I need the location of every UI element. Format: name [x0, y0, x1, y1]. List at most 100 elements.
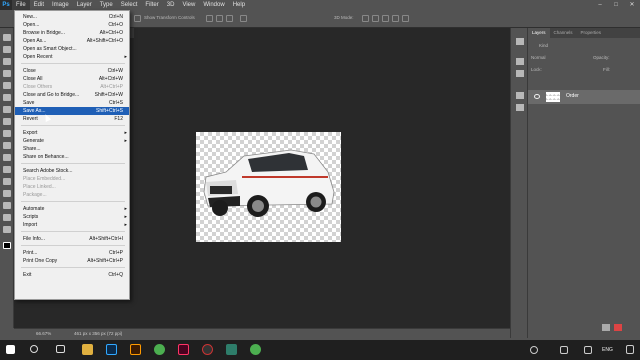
indesign-taskbar-icon[interactable] [178, 344, 189, 355]
menu-item-print[interactable]: Print... Ctrl+P [15, 249, 129, 257]
app-taskbar-icon[interactable] [226, 344, 237, 355]
blend-mode-select[interactable]: Normal [531, 55, 546, 60]
menu-item-save[interactable]: Save Ctrl+S [15, 99, 129, 107]
capture-taskbar-icon[interactable] [202, 344, 213, 355]
new-layer-icon[interactable] [602, 324, 610, 331]
tab-properties[interactable]: Properties [577, 28, 606, 38]
align-center-icon[interactable] [216, 15, 223, 22]
type-tool-icon[interactable] [3, 178, 11, 185]
layer-name[interactable]: Order [566, 93, 579, 99]
3d-rotate-icon[interactable] [362, 15, 369, 22]
document-canvas[interactable] [196, 132, 341, 242]
photoshop-taskbar-icon[interactable] [106, 344, 117, 355]
illustrator-taskbar-icon[interactable] [130, 344, 141, 355]
menu-file[interactable]: File [12, 0, 30, 10]
menu-item-save-as[interactable]: Save As... Shift+Ctrl+S [15, 107, 129, 115]
menu-item-browse-bridge[interactable]: Browse in Bridge... Alt+Ctrl+O [15, 29, 129, 37]
menu-filter[interactable]: Filter [141, 0, 162, 10]
menu-view[interactable]: View [178, 0, 199, 10]
zoom-level[interactable]: 66.67% [36, 331, 51, 336]
menu-type[interactable]: Type [96, 0, 117, 10]
language-indicator[interactable]: ENG [602, 347, 613, 353]
menu-item-exit[interactable]: Exit Ctrl+Q [15, 271, 129, 279]
crop-tool-icon[interactable] [3, 82, 11, 89]
layer-item[interactable]: Order [528, 90, 640, 104]
minimize-button[interactable]: – [592, 0, 608, 10]
tab-layers[interactable]: Layers [528, 28, 550, 38]
align-left-icon[interactable] [206, 15, 213, 22]
menu-item-search-stock[interactable]: Search Adobe Stock... [15, 167, 129, 175]
eyedropper-tool-icon[interactable] [3, 94, 11, 101]
menu-item-revert[interactable]: Revert F12 [15, 115, 129, 123]
clone-tool-icon[interactable] [3, 130, 11, 137]
align-right-icon[interactable] [226, 15, 233, 22]
gradient-tool-icon[interactable] [3, 154, 11, 161]
transform-checkbox[interactable] [134, 15, 141, 22]
menu-layer[interactable]: Layer [73, 0, 96, 10]
3d-scale-icon[interactable] [402, 15, 409, 22]
shape-tool-icon[interactable] [3, 202, 11, 209]
menu-item-new[interactable]: New... Ctrl+N [15, 13, 129, 21]
volume-icon[interactable] [560, 346, 568, 354]
lasso-tool-icon[interactable] [3, 58, 11, 65]
menu-item-share[interactable]: Share... [15, 145, 129, 153]
pen-tool-icon[interactable] [3, 166, 11, 173]
task-view-icon[interactable] [56, 345, 65, 353]
menu-item-file-info[interactable]: File Info... Alt+Shift+Ctrl+I [15, 235, 129, 243]
tab-channels[interactable]: Channels [550, 28, 577, 38]
menu-window[interactable]: Window [199, 0, 228, 10]
menu-item-close-go-bridge[interactable]: Close and Go to Bridge... Shift+Ctrl+W [15, 91, 129, 99]
menu-item-open-smart-object[interactable]: Open as Smart Object... [15, 45, 129, 53]
distribute-icon[interactable] [240, 15, 247, 22]
car-image [203, 149, 335, 217]
menu-item-export[interactable]: Export ▸ [15, 129, 129, 137]
healing-tool-icon[interactable] [3, 106, 11, 113]
brush-tool-icon[interactable] [3, 118, 11, 125]
menu-item-close[interactable]: Close Ctrl+W [15, 67, 129, 75]
delete-layer-icon[interactable] [614, 324, 622, 331]
menu-item-open-recent[interactable]: Open Recent ▸ [15, 53, 129, 61]
file-explorer-icon[interactable] [82, 344, 93, 355]
visibility-eye-icon[interactable] [534, 94, 540, 99]
brush-settings-icon[interactable] [516, 70, 524, 77]
menu-edit[interactable]: Edit [30, 0, 48, 10]
foreground-color-icon[interactable] [3, 242, 11, 249]
menu-help[interactable]: Help [229, 0, 249, 10]
maximize-button[interactable]: □ [608, 0, 624, 10]
menu-item-share-behance[interactable]: Share on Behance... [15, 153, 129, 161]
paragraph-icon[interactable] [516, 92, 524, 99]
chrome-taskbar-icon[interactable] [154, 344, 165, 355]
menu-image[interactable]: Image [48, 0, 73, 10]
zoom-tool-icon[interactable] [3, 226, 11, 233]
history-icon[interactable] [516, 38, 524, 45]
path-select-tool-icon[interactable] [3, 190, 11, 197]
3d-pan-icon[interactable] [382, 15, 389, 22]
network-icon[interactable] [530, 346, 538, 354]
menu-3d[interactable]: 3D [163, 0, 179, 10]
hand-tool-icon[interactable] [3, 214, 11, 221]
3d-slide-icon[interactable] [392, 15, 399, 22]
move-tool-icon[interactable] [3, 34, 11, 41]
menu-item-import[interactable]: Import ▸ [15, 221, 129, 229]
menu-item-open-as[interactable]: Open As... Alt+Shift+Ctrl+O [15, 37, 129, 45]
marquee-tool-icon[interactable] [3, 46, 11, 53]
layer-filter[interactable]: Kind [531, 42, 637, 50]
close-window-button[interactable]: ✕ [624, 0, 640, 10]
menu-item-close-all[interactable]: Close All Alt+Ctrl+W [15, 75, 129, 83]
adjust-icon[interactable] [516, 58, 524, 65]
eraser-tool-icon[interactable] [3, 142, 11, 149]
3d-roll-icon[interactable] [372, 15, 379, 22]
windows-start-icon[interactable] [6, 345, 15, 354]
battery-icon[interactable] [584, 346, 592, 354]
quick-select-tool-icon[interactable] [3, 70, 11, 77]
chrome-2-taskbar-icon[interactable] [250, 344, 261, 355]
menu-item-open[interactable]: Open... Ctrl+O [15, 21, 129, 29]
menu-item-scripts[interactable]: Scripts ▸ [15, 213, 129, 221]
character-icon[interactable] [516, 104, 524, 111]
menu-select[interactable]: Select [117, 0, 142, 10]
menu-item-print-one-copy[interactable]: Print One Copy Alt+Shift+Ctrl+P [15, 257, 129, 265]
search-icon[interactable] [30, 345, 38, 353]
notifications-icon[interactable] [626, 345, 634, 354]
menu-item-generate[interactable]: Generate ▸ [15, 137, 129, 145]
menu-item-automate[interactable]: Automate ▸ [15, 205, 129, 213]
